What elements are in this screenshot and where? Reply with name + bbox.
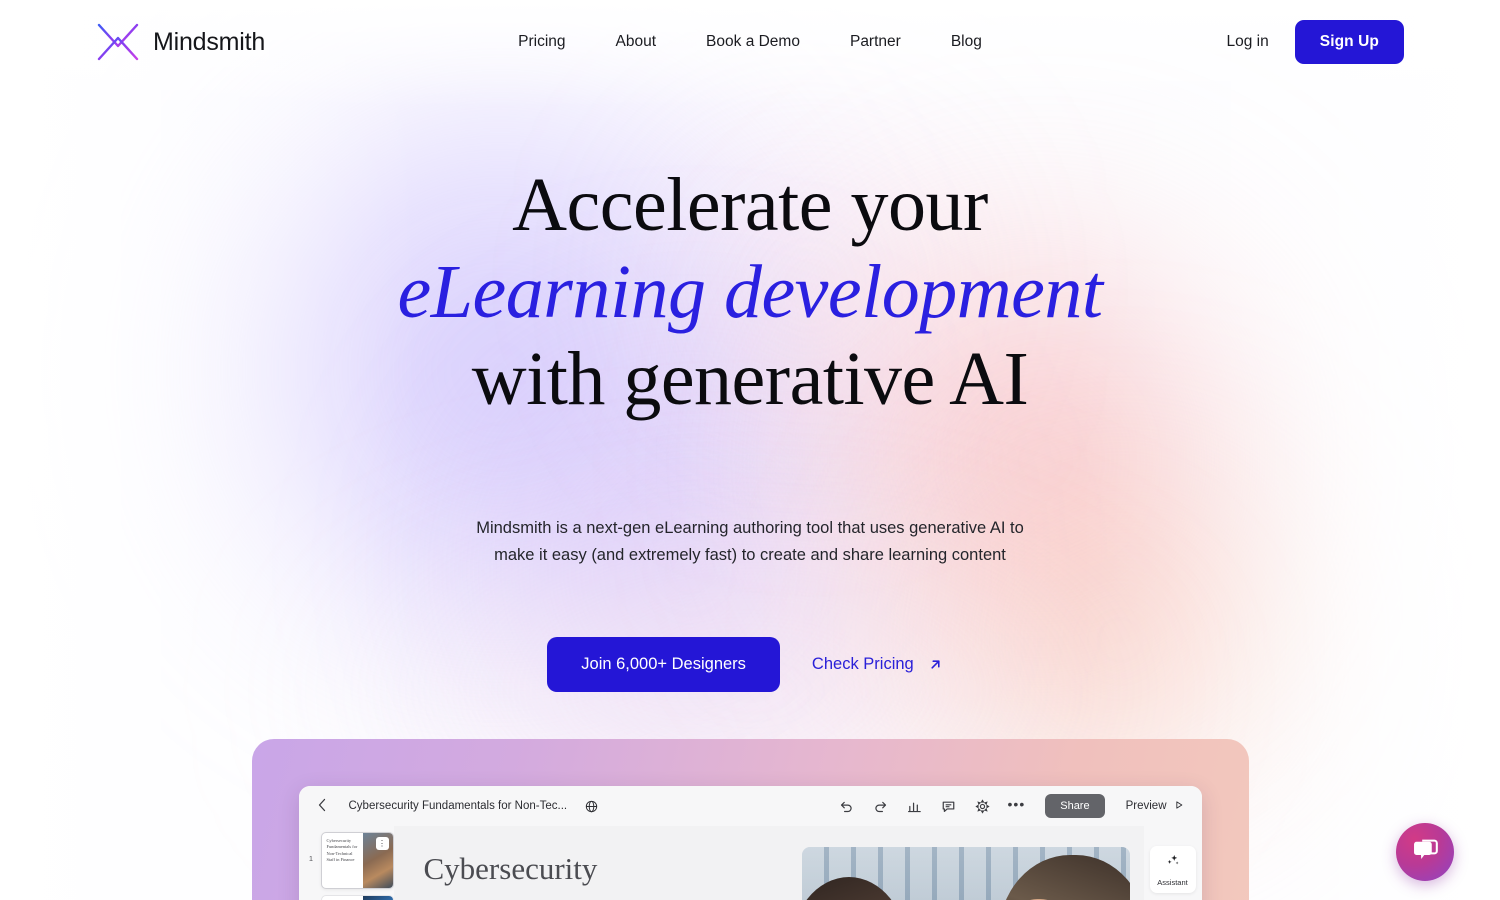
slide-rail: 1 Cybersecurity Fundamentals for Non-Tec…: [299, 826, 394, 900]
tool-assistant-label: Assistant: [1157, 878, 1188, 887]
slide-gutter: 2: [305, 895, 318, 900]
comment-icon[interactable]: [940, 798, 957, 815]
slide-title[interactable]: Cybersecurity Fundamentals for: [424, 844, 768, 900]
slide-list-item: 1 Cybersecurity Fundamentals for Non-Tec…: [305, 832, 394, 889]
brand-name: Mindsmith: [153, 27, 266, 56]
slide-thumbnail-text: Cybersecurity Fundamentals for Non-Techn…: [326, 838, 358, 863]
globe-icon[interactable]: [585, 800, 598, 813]
hero-subtitle: Mindsmith is a next-gen eLearning author…: [476, 519, 1024, 564]
nav-item-partner[interactable]: Partner: [825, 25, 926, 59]
preview-button[interactable]: Preview: [1126, 800, 1184, 813]
kebab-menu-icon[interactable]: ⋮: [375, 837, 389, 850]
slide-canvas[interactable]: Cybersecurity Fundamentals for SECURE DA…: [393, 826, 1144, 900]
signup-button[interactable]: Sign Up: [1294, 20, 1404, 64]
nav-item-pricing[interactable]: Pricing: [493, 25, 590, 59]
tool-panel: Assistant Aa Text: [1143, 826, 1202, 900]
chat-widget-button[interactable]: [1396, 823, 1454, 881]
hero-heading-emphasis: eLearning development: [397, 250, 1103, 334]
hero-section: Accelerate your eLearning development wi…: [0, 84, 1500, 692]
app-preview-card: Cybersecurity Fundamentals for Non-Tec..…: [251, 739, 1249, 900]
play-icon: [1174, 800, 1184, 813]
chat-bubble-icon: [1410, 835, 1440, 870]
slide-thumbnail-image: [362, 896, 393, 900]
hero-heading-line-3: with generative AI: [471, 337, 1029, 421]
bar-chart-icon[interactable]: [906, 798, 923, 815]
nav-item-book-a-demo[interactable]: Book a Demo: [681, 25, 825, 59]
page-title: Accelerate your eLearning development wi…: [0, 162, 1500, 423]
lesson-title[interactable]: Cybersecurity Fundamentals for Non-Tec..…: [349, 800, 568, 812]
hero-cta-group: Join 6,000+ Designers Check Pricing: [0, 637, 1500, 692]
arrow-up-right-icon: [928, 657, 943, 672]
main-navigation: Pricing About Book a Demo Partner Blog: [493, 25, 1007, 59]
check-pricing-link[interactable]: Check Pricing: [802, 641, 953, 688]
nav-item-about[interactable]: About: [591, 25, 682, 59]
hero-heading-line-1: Accelerate your: [512, 163, 988, 247]
header-actions: Log in Sign Up: [1221, 20, 1404, 64]
chevron-left-icon[interactable]: [317, 798, 349, 815]
preview-label: Preview: [1125, 800, 1167, 812]
join-designers-button[interactable]: Join 6,000+ Designers: [547, 637, 780, 692]
mindsmith-butterfly-logo-icon: [96, 22, 140, 62]
nav-item-blog[interactable]: Blog: [926, 25, 1007, 59]
app-toolbar-actions: ••• Share Preview: [838, 794, 1184, 818]
slide-thumbnail-1[interactable]: Cybersecurity Fundamentals for Non-Techn…: [320, 832, 394, 889]
slide-list-item: 2 Strong Password Management: [305, 895, 394, 900]
check-pricing-label: Check Pricing: [811, 655, 914, 673]
share-button[interactable]: Share: [1045, 794, 1105, 818]
tool-assistant[interactable]: Assistant: [1149, 846, 1196, 893]
slide-gutter: 1: [305, 832, 318, 863]
slide-image[interactable]: SECURE DATA HANDLING PROCEDURE: [801, 847, 1130, 900]
ellipsis-icon[interactable]: •••: [1008, 797, 1026, 811]
site-header: Mindsmith Pricing About Book a Demo Part…: [0, 0, 1500, 84]
app-body: 1 Cybersecurity Fundamentals for Non-Tec…: [298, 826, 1202, 900]
app-window: Cybersecurity Fundamentals for Non-Tec..…: [298, 786, 1202, 900]
gear-icon[interactable]: [974, 798, 991, 815]
app-toolbar: Cybersecurity Fundamentals for Non-Tec..…: [298, 786, 1202, 826]
slide-thumbnail-2[interactable]: Strong Password Management: [320, 895, 394, 900]
redo-icon[interactable]: [872, 798, 889, 815]
brand-logo-link[interactable]: Mindsmith: [96, 22, 265, 62]
sparkles-icon: [1165, 853, 1181, 874]
undo-icon[interactable]: [838, 798, 855, 815]
slide-number: 1: [308, 854, 314, 863]
landing-page: Mindsmith Pricing About Book a Demo Part…: [0, 0, 1500, 900]
slide-thumbnail-text: Strong Password Management: [322, 896, 363, 900]
login-link[interactable]: Log in: [1221, 25, 1275, 59]
